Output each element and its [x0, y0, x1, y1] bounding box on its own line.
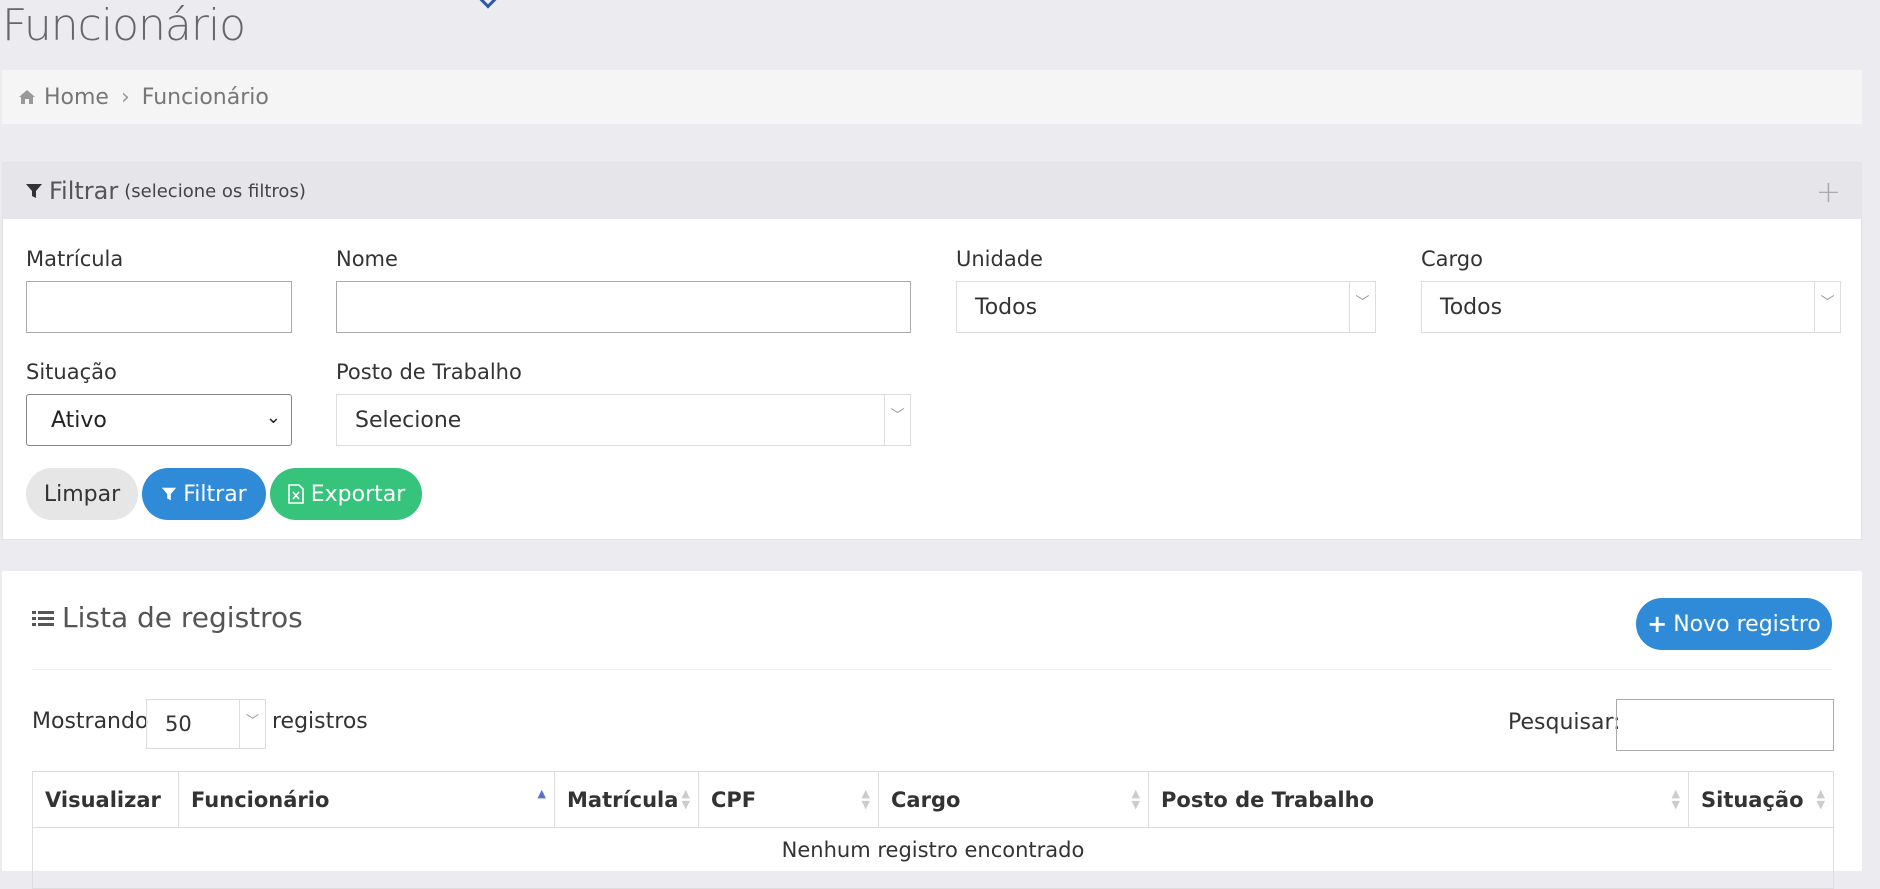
- column-header-visualizar[interactable]: Visualizar: [33, 772, 179, 827]
- unidade-select[interactable]: Todos ﹀: [956, 281, 1376, 333]
- clear-button[interactable]: Limpar: [26, 468, 138, 520]
- column-label: Posto de Trabalho: [1161, 787, 1375, 812]
- new-record-label: Novo registro: [1673, 611, 1821, 637]
- column-label: Situação: [1701, 787, 1804, 812]
- empty-message: Nenhum registro encontrado: [781, 838, 1085, 862]
- column-header-cpf[interactable]: CPF ▲ ▼: [699, 772, 879, 827]
- list-icon: [32, 610, 54, 626]
- column-label: Funcionário: [191, 787, 330, 812]
- list-panel: Lista de registros + Novo registro Mostr…: [2, 571, 1862, 889]
- export-button-label: Exportar: [310, 481, 406, 507]
- breadcrumb-current: Funcionário: [141, 84, 269, 110]
- nome-label: Nome: [336, 247, 398, 271]
- export-button[interactable]: Exportar: [270, 468, 422, 520]
- posto-select[interactable]: Selecione ﹀: [336, 394, 911, 446]
- filter-panel: Filtrar (selecione os filtros) + Matrícu…: [2, 162, 1862, 540]
- unidade-value: Todos: [975, 294, 1038, 320]
- chevron-down-icon: ⌄: [265, 407, 281, 428]
- column-header-matricula[interactable]: Matrícula ▲ ▼: [555, 772, 699, 827]
- chevron-right-icon: ›: [120, 84, 130, 110]
- unidade-label: Unidade: [956, 247, 1043, 271]
- breadcrumb-home[interactable]: Home: [18, 85, 109, 110]
- filter-icon: [26, 184, 42, 198]
- sort-icon: ▲ ▼: [681, 787, 690, 811]
- posto-label: Posto de Trabalho: [336, 360, 522, 384]
- matricula-label: Matrícula: [26, 247, 124, 271]
- column-header-posto[interactable]: Posto de Trabalho ▲ ▼: [1149, 772, 1689, 827]
- cargo-select[interactable]: Todos ﹀: [1421, 281, 1841, 333]
- cargo-value: Todos: [1440, 294, 1503, 320]
- per-page-select[interactable]: 50 ﹀: [146, 699, 266, 749]
- new-record-button[interactable]: + Novo registro: [1636, 598, 1832, 650]
- sort-icon: ▲ ▼: [1816, 787, 1825, 811]
- filter-title: Filtrar: [49, 177, 119, 205]
- cargo-label: Cargo: [1421, 247, 1483, 271]
- show-suffix: registros: [272, 709, 368, 734]
- clear-button-label: Limpar: [43, 481, 121, 507]
- chevron-down-icon: ﹀: [1814, 282, 1840, 332]
- situacao-select[interactable]: Ativo ⌄: [26, 394, 292, 446]
- list-title-text: Lista de registros: [62, 601, 303, 634]
- sort-icon: ▲ ▼: [1131, 787, 1140, 811]
- column-label: CPF: [711, 787, 757, 812]
- filter-button[interactable]: Filtrar: [142, 468, 266, 520]
- column-label: Matrícula: [567, 787, 679, 812]
- filter-subtitle: (selecione os filtros): [124, 180, 306, 202]
- column-label: Visualizar: [45, 787, 161, 812]
- column-header-funcionario[interactable]: Funcionário ▲: [179, 772, 555, 827]
- breadcrumb-home-label: Home: [44, 84, 109, 110]
- plus-icon: +: [1647, 610, 1668, 638]
- home-icon: [19, 90, 35, 104]
- chevron-down-icon: ﹀: [884, 395, 910, 445]
- chevron-down-icon: ﹀: [239, 700, 265, 748]
- plus-icon[interactable]: +: [1816, 175, 1841, 210]
- table-header: Visualizar Funcionário ▲ Matrícula ▲ ▼ CP…: [33, 772, 1833, 828]
- per-page-value: 50: [165, 712, 192, 736]
- chevron-down-icon: ﹀: [1349, 282, 1375, 332]
- filter-header[interactable]: Filtrar (selecione os filtros) +: [3, 163, 1861, 219]
- nome-input[interactable]: [336, 281, 911, 333]
- sort-icon: ▲ ▼: [861, 787, 870, 811]
- situacao-value: Ativo: [51, 407, 107, 433]
- matricula-input[interactable]: [26, 281, 292, 333]
- posto-value: Selecione: [355, 407, 462, 433]
- filter-icon: [162, 487, 177, 501]
- column-header-situacao[interactable]: Situação ▲ ▼: [1689, 772, 1833, 827]
- column-header-cargo[interactable]: Cargo ▲ ▼: [879, 772, 1149, 827]
- excel-file-icon: [287, 484, 304, 504]
- page-title: Funcionário: [2, 0, 246, 51]
- divider: [32, 669, 1832, 670]
- filter-button-label: Filtrar: [183, 481, 247, 507]
- sort-asc-icon: ▲: [537, 787, 546, 800]
- column-label: Cargo: [891, 787, 961, 812]
- records-table: Visualizar Funcionário ▲ Matrícula ▲ ▼ CP…: [32, 771, 1834, 889]
- situacao-label: Situação: [26, 360, 117, 384]
- chevron-down-icon: [479, 0, 497, 9]
- list-title: Lista de registros: [32, 601, 303, 634]
- search-label: Pesquisar:: [1508, 710, 1621, 735]
- sort-icon: ▲ ▼: [1671, 787, 1680, 811]
- search-input[interactable]: [1616, 699, 1834, 751]
- breadcrumb: Home › Funcionário: [2, 70, 1862, 124]
- show-prefix: Mostrando: [32, 709, 149, 734]
